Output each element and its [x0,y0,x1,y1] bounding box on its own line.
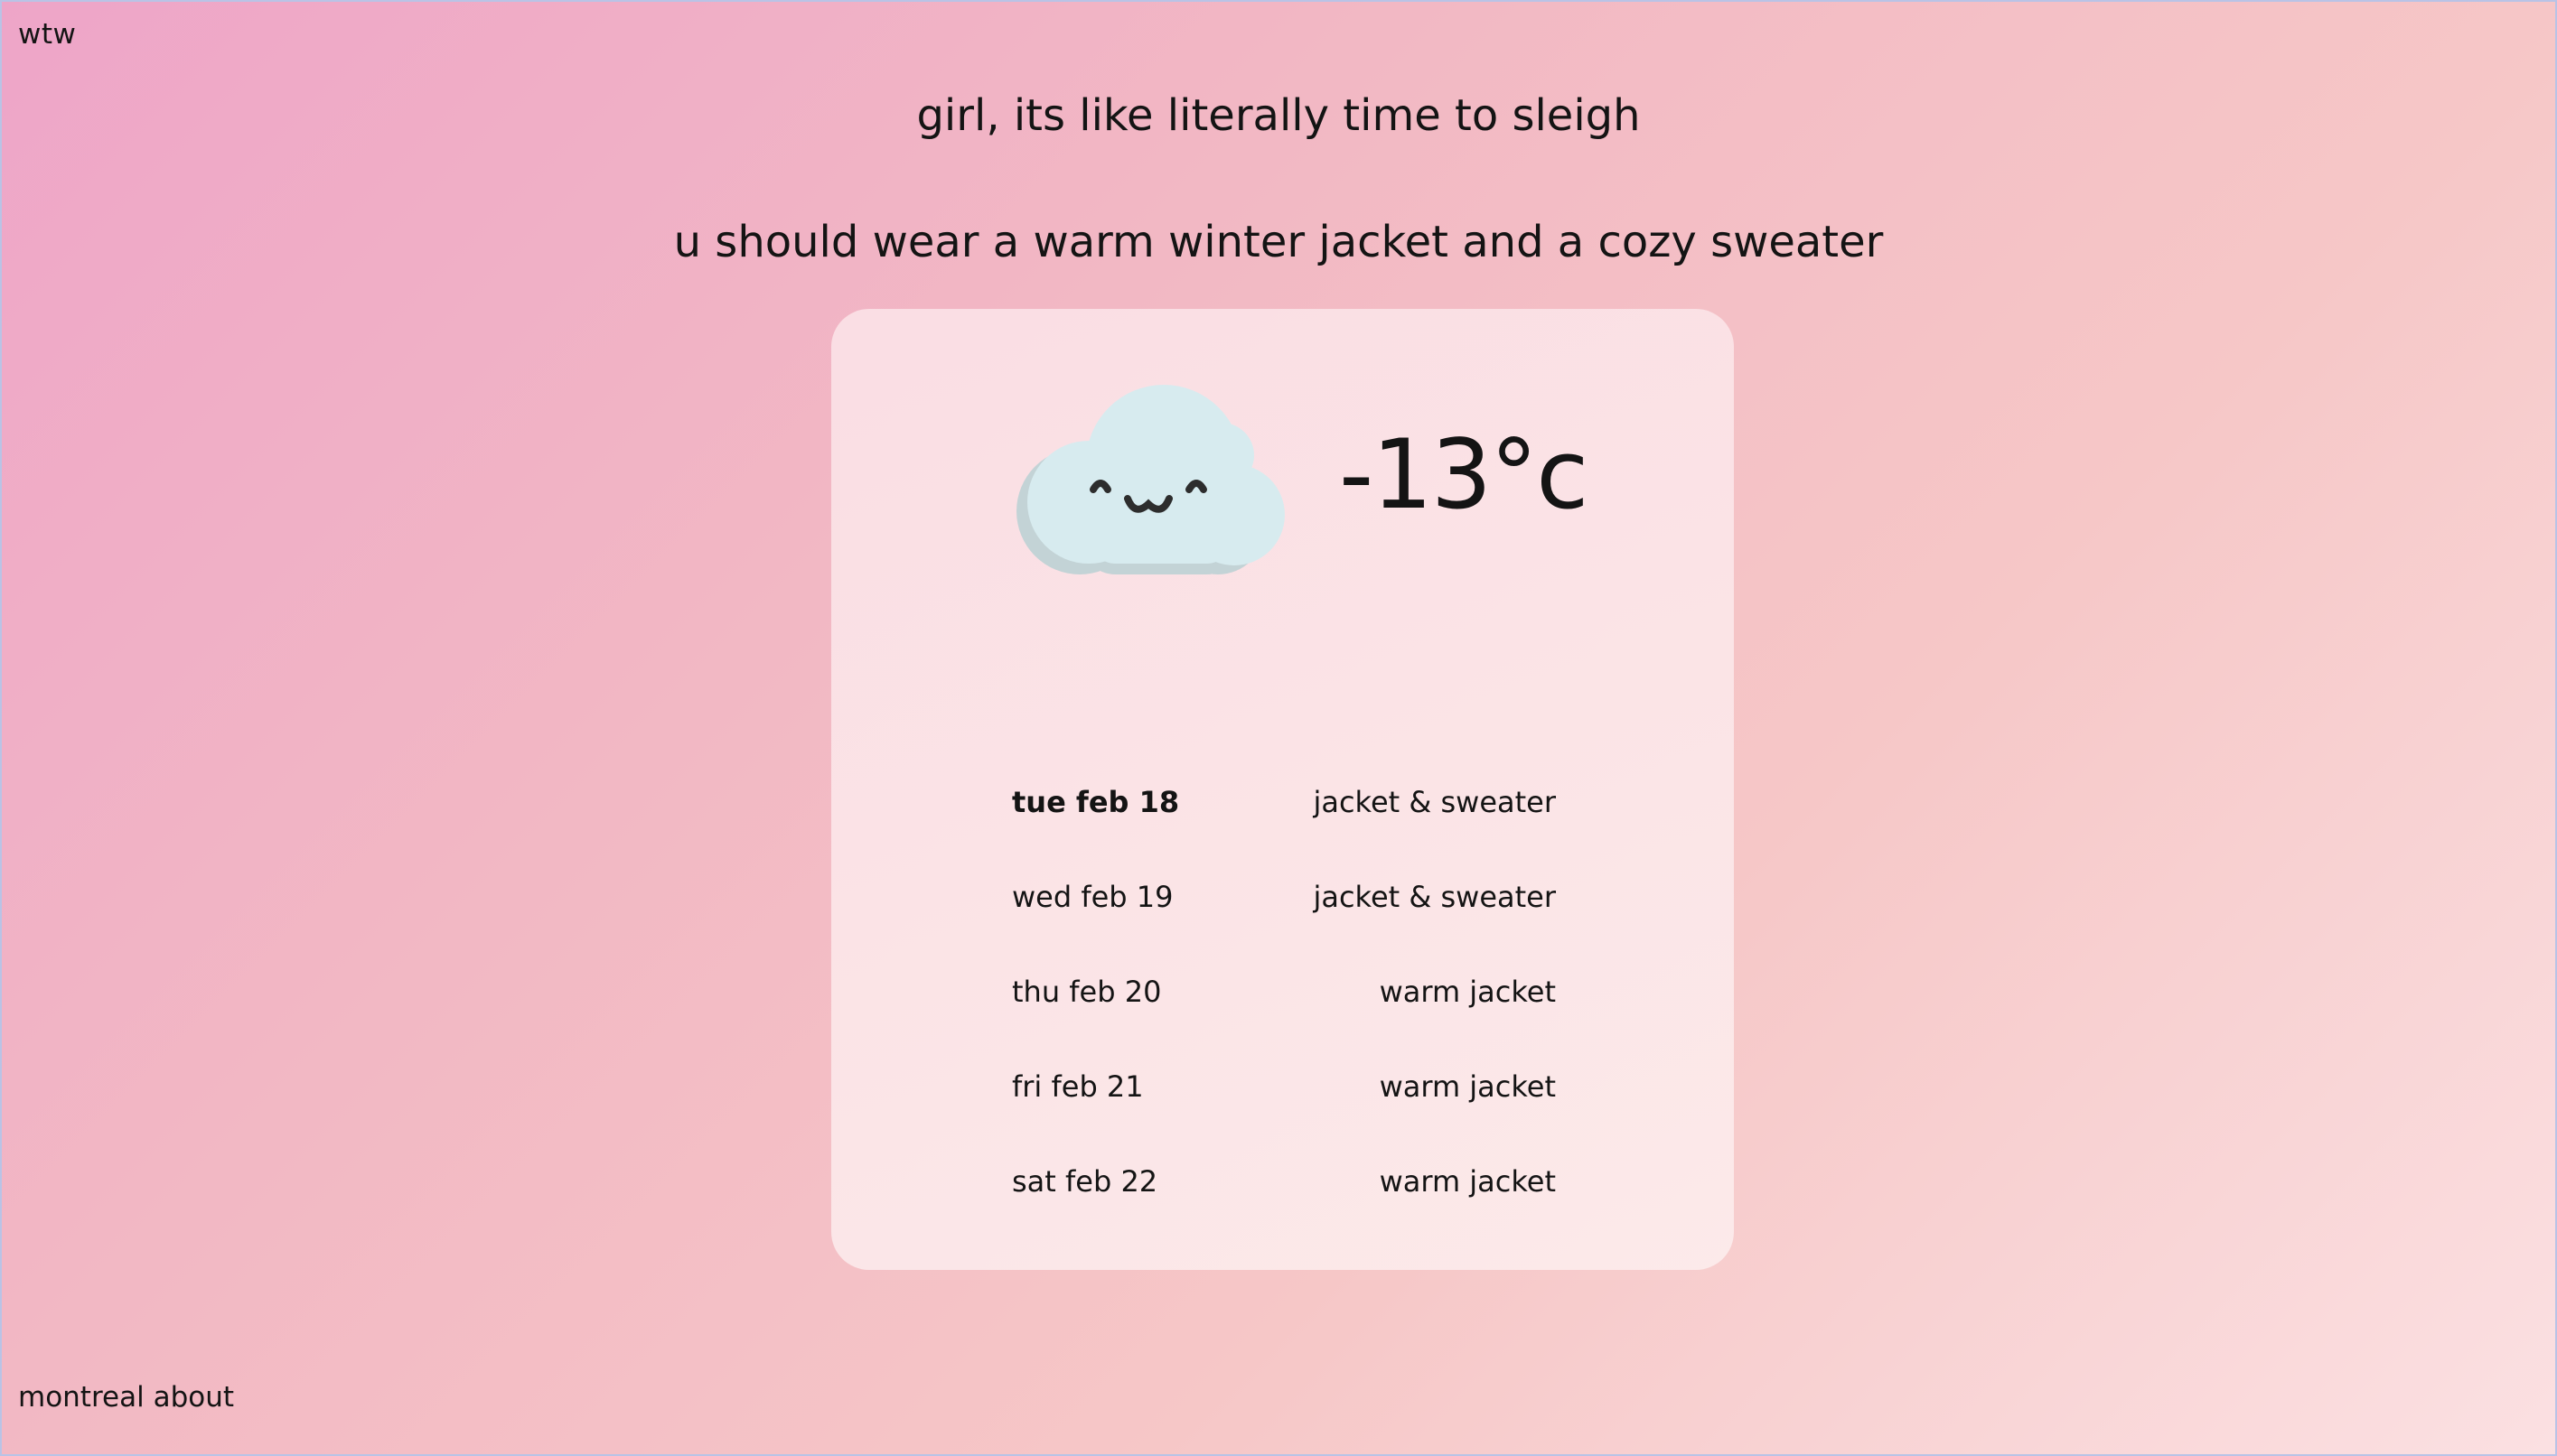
footer-nav: montreal about [18,1381,234,1414]
forecast-outfit: warm jacket [1379,1164,1556,1199]
forecast-list: tue feb 18 jacket & sweater wed feb 19 j… [1012,785,1556,1259]
forecast-day: wed feb 19 [1012,880,1174,914]
forecast-day: tue feb 18 [1012,785,1180,819]
forecast-day: thu feb 20 [1012,975,1162,1009]
forecast-day: fri feb 21 [1012,1069,1144,1104]
forecast-outfit: warm jacket [1379,975,1556,1009]
weather-card: -13°c tue feb 18 jacket & sweater wed fe… [831,309,1734,1270]
forecast-row: thu feb 20 warm jacket [1012,975,1556,1069]
headline: girl, its like literally time to sleigh [916,90,1641,141]
forecast-row: sat feb 22 warm jacket [1012,1164,1556,1259]
about-link[interactable]: about [154,1381,234,1414]
brand-logo[interactable]: wtw [18,18,76,51]
current-temperature: -13°c [1339,419,1588,530]
forecast-outfit: jacket & sweater [1313,880,1556,914]
forecast-outfit: jacket & sweater [1313,785,1556,819]
forecast-outfit: warm jacket [1379,1069,1556,1104]
forecast-row: wed feb 19 jacket & sweater [1012,880,1556,975]
city-link[interactable]: montreal [18,1381,145,1414]
forecast-row: fri feb 21 warm jacket [1012,1069,1556,1164]
forecast-row: tue feb 18 jacket & sweater [1012,785,1556,880]
clothing-advice: u should wear a warm winter jacket and a… [673,217,1884,267]
forecast-day: sat feb 22 [1012,1164,1158,1199]
cloud-face-icon [1016,385,1285,574]
